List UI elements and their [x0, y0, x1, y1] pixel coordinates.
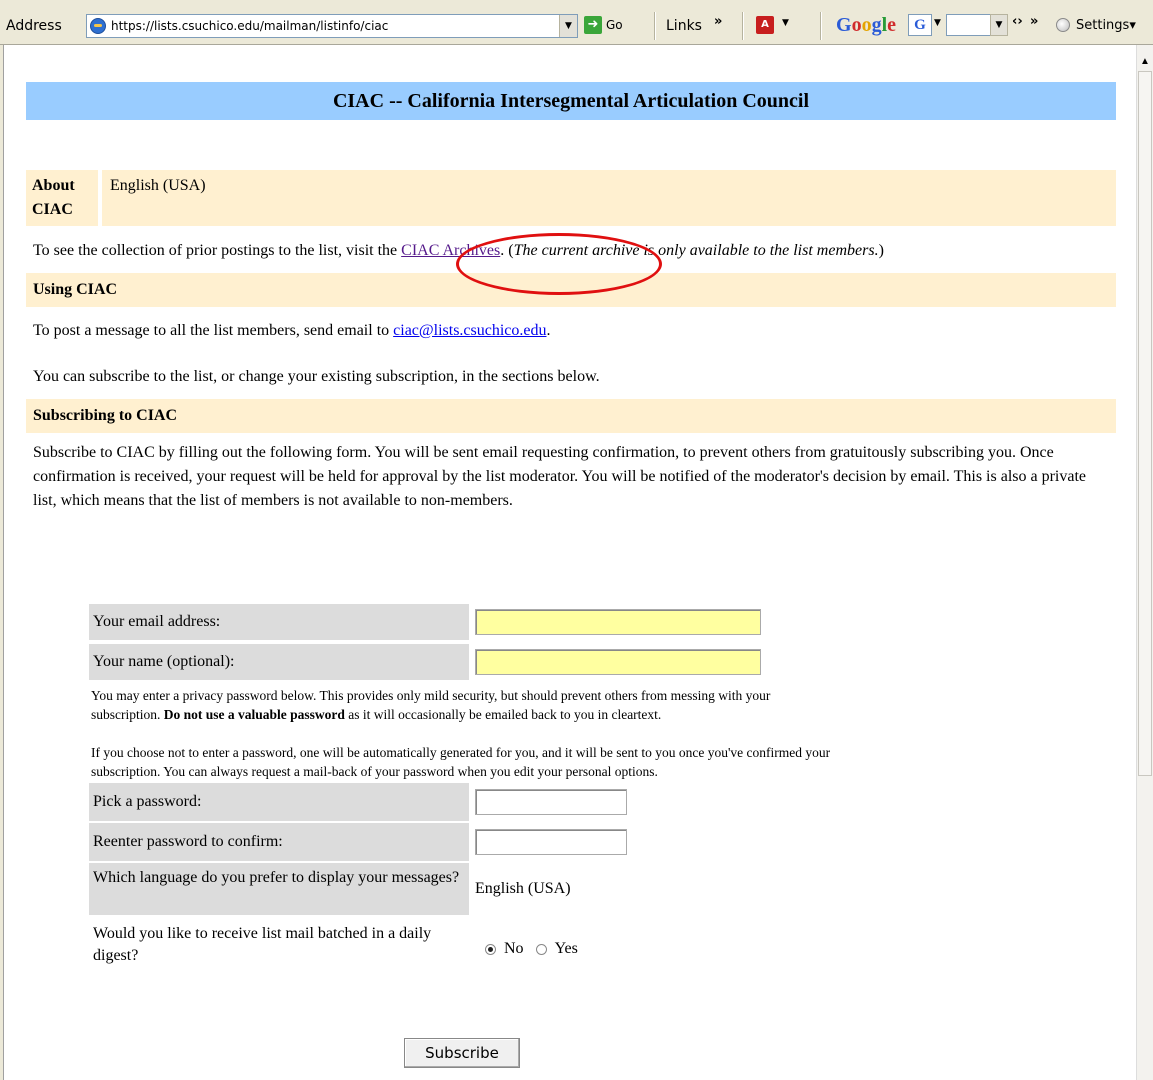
google-search-dropdown-icon[interactable]: ▼	[990, 14, 1008, 36]
window-frame	[0, 45, 4, 1080]
privacy-note: You may enter a privacy password below. …	[91, 688, 771, 722]
google-logo: Google	[836, 14, 897, 36]
go-button[interactable]: ➜ Go	[584, 16, 623, 34]
about-language: English (USA)	[102, 170, 1116, 226]
about-heading: About CIAC	[26, 170, 98, 226]
pdf-dropdown-icon[interactable]: ▼	[782, 18, 789, 28]
address-dropdown-icon[interactable]: ▼	[559, 15, 577, 37]
email-row: Your email address:	[89, 603, 849, 641]
digest-yes-radio[interactable]	[535, 943, 547, 955]
toolbar-separator	[654, 12, 656, 40]
change-paragraph: You can subscribe to the list, or change…	[33, 368, 600, 385]
language-value: English (USA)	[475, 880, 571, 897]
page-icon	[90, 18, 106, 34]
email-field[interactable]	[475, 609, 761, 635]
password-field[interactable]	[475, 789, 627, 815]
digest-options: No Yes	[485, 940, 578, 958]
page-content: CIAC -- California Intersegmental Articu…	[26, 82, 1116, 513]
list-email-link[interactable]: ciac@lists.csuchico.edu	[393, 322, 546, 339]
auto-password-note: If you choose not to enter a password, o…	[91, 745, 831, 779]
scroll-up-icon[interactable]: ▲	[1137, 53, 1153, 70]
digest-yes-label: Yes	[554, 940, 578, 957]
address-url[interactable]: https://lists.csuchico.edu/mailman/listi…	[111, 19, 388, 33]
language-row: Which language do you prefer to display …	[89, 863, 849, 915]
digest-label: Would you like to receive list mail batc…	[93, 925, 432, 964]
address-bar[interactable]: https://lists.csuchico.edu/mailman/listi…	[86, 14, 578, 38]
about-section: About CIAC English (USA)	[26, 170, 1116, 226]
confirm-password-field[interactable]	[475, 829, 627, 855]
digest-row: Would you like to receive list mail batc…	[89, 917, 849, 973]
subscribing-heading: Subscribing to CIAC	[26, 399, 1116, 433]
using-heading: Using CIAC	[26, 273, 1116, 307]
name-row: Your name (optional):	[89, 643, 849, 681]
subscribe-button[interactable]: Subscribe	[404, 1038, 520, 1068]
reenter-row: Reenter password to confirm:	[89, 823, 849, 861]
settings-icon[interactable]	[1056, 18, 1070, 32]
toolbar-separator	[742, 12, 744, 40]
post-paragraph: To post a message to all the list member…	[33, 322, 551, 339]
name-field[interactable]	[475, 649, 761, 675]
pick-password-row: Pick a password:	[89, 783, 849, 821]
subscribe-form: Your email address: Your name (optional)…	[89, 603, 849, 973]
pick-password-label: Pick a password:	[89, 783, 469, 821]
reenter-label: Reenter password to confirm:	[89, 823, 469, 861]
browser-toolbar: Address https://lists.csuchico.edu/mailm…	[0, 0, 1153, 45]
digest-no-radio[interactable]	[485, 943, 496, 955]
links-button[interactable]: Links	[666, 18, 702, 34]
toolbar-separator	[820, 12, 822, 40]
subscribe-description: Subscribe to CIAC by filling out the fol…	[33, 444, 1087, 509]
name-label: Your name (optional):	[89, 644, 469, 680]
archives-link[interactable]: CIAC Archives	[401, 242, 500, 259]
links-chevron-icon[interactable]: »	[714, 14, 722, 29]
address-label: Address	[6, 18, 62, 34]
digest-no-label: No	[504, 940, 524, 957]
scroll-thumb[interactable]	[1138, 71, 1152, 776]
settings-button[interactable]: Settings▾	[1076, 18, 1136, 33]
archives-paragraph: To see the collection of prior postings …	[33, 242, 884, 259]
go-arrow-icon: ➜	[584, 16, 602, 34]
google-search-icon[interactable]: G	[908, 14, 932, 36]
more-chevron-icon[interactable]: »	[1030, 14, 1038, 29]
email-label: Your email address:	[89, 604, 469, 640]
language-label: Which language do you prefer to display …	[89, 863, 469, 915]
google-dropdown-icon[interactable]: ▼	[934, 18, 941, 28]
page-title: CIAC -- California Intersegmental Articu…	[26, 82, 1116, 120]
pdf-icon[interactable]: A	[756, 16, 774, 34]
vertical-scrollbar[interactable]: ▲	[1136, 45, 1153, 1080]
toolbar-resize-icon[interactable]: ‹›	[1012, 14, 1023, 29]
